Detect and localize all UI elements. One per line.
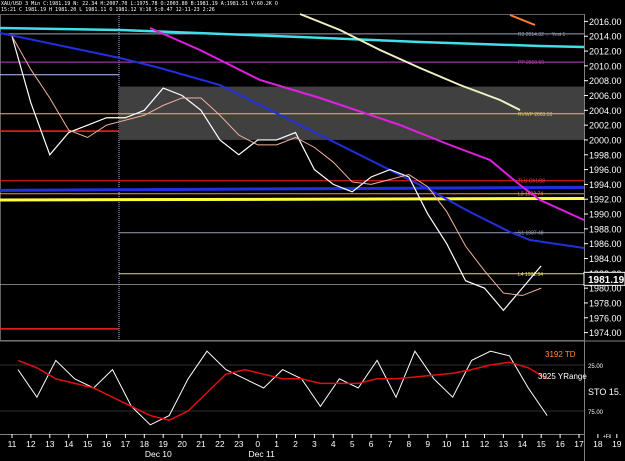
time-tick-label: 12: [480, 439, 490, 449]
time-tick-label: 14: [518, 439, 528, 449]
price-tick-label: 2016.00: [589, 17, 622, 27]
level-label: R3 2014.32 ← Yest 1: [518, 32, 565, 38]
value-zone: [119, 86, 584, 140]
price-tick-label: 1990.00: [589, 210, 622, 220]
sto-label: STO 15.: [588, 387, 622, 397]
price-tick-label: 2000.00: [589, 135, 622, 145]
sto-tick-25: 25.00: [588, 364, 604, 370]
price-tick-label: 2014.00: [589, 32, 622, 42]
price-tick-label: 1976.00: [589, 313, 622, 323]
chart-canvas[interactable]: 2016.00 2014.00 2012.00 2010.00 2008.00 2006.…: [0, 0, 625, 461]
header-line-2: 15:21 C 1981.19 H 1981.20 L 1981.11 O 19…: [1, 7, 215, 13]
time-tick-label: 19: [158, 439, 168, 449]
time-tick-label: 17: [121, 439, 131, 449]
time-tick-label: 11: [8, 439, 17, 449]
time-tick-label: 8: [407, 439, 412, 449]
price-tick-label: 1996.00: [589, 165, 622, 175]
time-tick-label: 2: [293, 439, 298, 449]
time-tick-label: 21: [196, 439, 206, 449]
time-tick-label: 20: [177, 439, 187, 449]
time-tick-label: 14: [64, 439, 74, 449]
time-tick-label: 19: [612, 439, 622, 449]
time-tick-label: 4: [331, 439, 336, 449]
price-tick-label: 1986.00: [589, 239, 622, 249]
time-tick-label: 22: [215, 439, 225, 449]
yrange-label: 3925 YRange: [538, 372, 587, 381]
time-tick-label: 15: [536, 439, 546, 449]
time-tick-label: 10: [442, 439, 452, 449]
orange-ma: [509, 14, 536, 26]
time-tick-label: 1: [274, 439, 279, 449]
price-tick-label: 1974.00: [589, 328, 622, 338]
price-tick-label: 2012.00: [589, 47, 622, 57]
time-tick-label: 18: [593, 439, 603, 449]
time-tick-label: 0: [255, 439, 260, 449]
time-tick-label: 16: [102, 439, 112, 449]
price-tick-label: 2006.00: [589, 91, 622, 101]
price-tick-label: 2002.00: [589, 121, 622, 131]
level-label: RVWP 2003.53: [518, 112, 553, 118]
time-tick-label: 18: [140, 439, 150, 449]
time-tick-label: 5: [350, 439, 355, 449]
price-tick-label: 1992.00: [589, 195, 622, 205]
last-price-label: 1981.19: [588, 275, 625, 286]
sto-white: [17, 350, 548, 426]
time-tick-label: 16: [555, 439, 565, 449]
sto-tick-75: 75.00: [588, 410, 604, 416]
level-label: L4 1981.94: [518, 272, 543, 278]
price-tick-label: 1978.00: [589, 298, 622, 308]
price-tick-label: 2008.00: [589, 76, 622, 86]
blue-ma: [0, 32, 585, 249]
date-label: Dec 10: [145, 449, 172, 459]
time-tick-label: 3: [312, 439, 317, 449]
time-tick-label: 23: [234, 439, 244, 449]
time-tick-label: 11: [461, 439, 470, 449]
time-tick-label: 13: [45, 439, 55, 449]
level-label: PP 2010.50: [518, 60, 544, 66]
price-tick-label: 2010.00: [589, 61, 622, 71]
level-label: TLU Ch1/08: [518, 179, 545, 185]
price-tick-label: 1988.00: [589, 224, 622, 234]
blue-band: [0, 185, 585, 192]
time-tick-label: 17: [574, 439, 584, 449]
price-series: [11, 36, 542, 312]
price-tick-label: 1984.00: [589, 254, 622, 264]
time-tick-label: 7: [388, 439, 393, 449]
price-tick-label: 2004.00: [589, 106, 622, 116]
chart-window: 2016.00 2014.00 2012.00 2010.00 2008.00 2006.…: [0, 0, 625, 461]
date-label: Dec 11: [249, 449, 276, 459]
time-tick-label: 12: [26, 439, 36, 449]
cyan-ma: [0, 26, 585, 49]
time-tick-label: 6: [369, 439, 374, 449]
time-tick-label: 15: [83, 439, 93, 449]
main-panel-frame: [0, 14, 585, 341]
price-tick-label: 1998.00: [589, 150, 622, 160]
price-tick-label: 1994.00: [589, 180, 622, 190]
td-label: 3192 TD: [545, 350, 576, 359]
sto-tick-fil: +Fil: [603, 434, 611, 440]
yellow-band: [0, 196, 585, 202]
time-tick-label: 13: [499, 439, 509, 449]
time-tick-label: 9: [425, 439, 430, 449]
